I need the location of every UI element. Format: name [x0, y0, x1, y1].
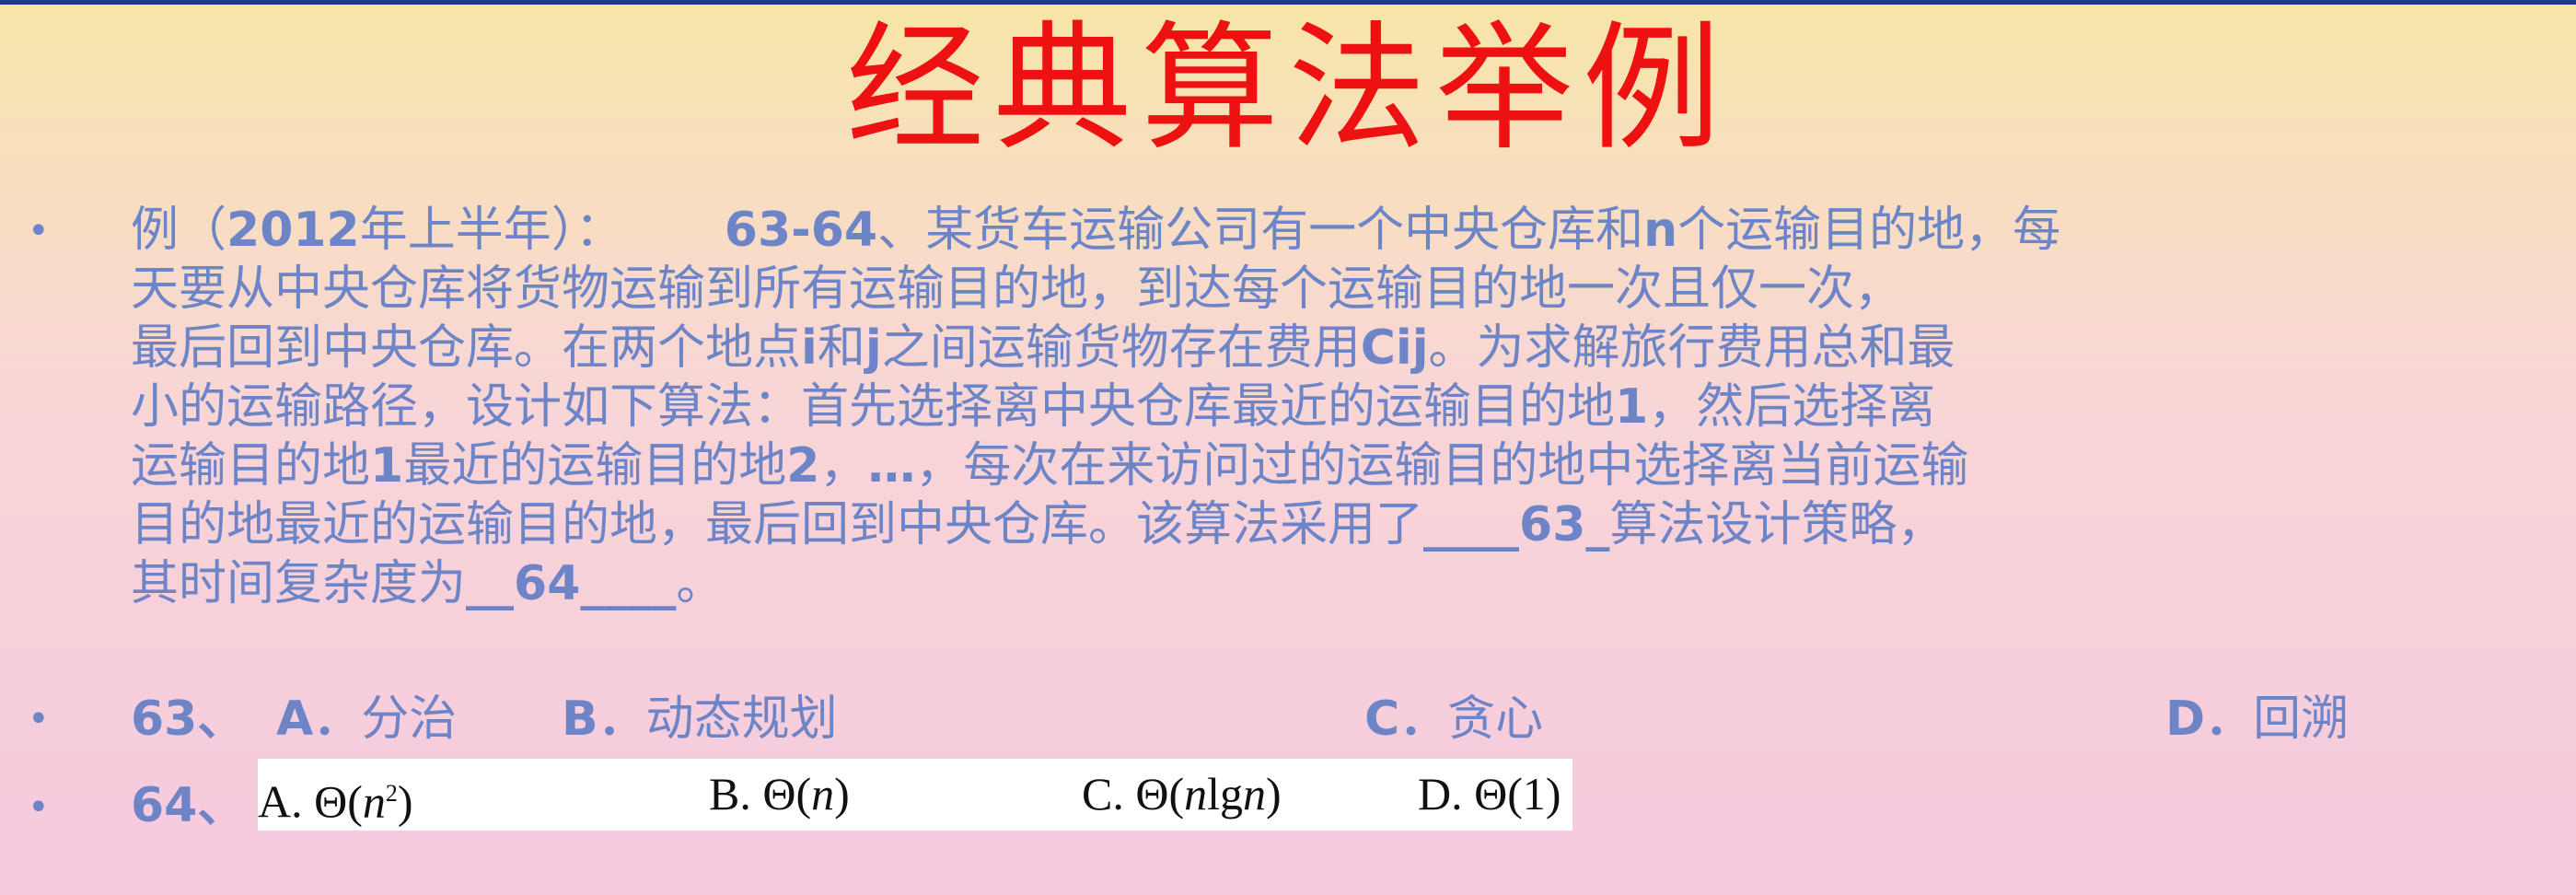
- question-number: 63-64: [724, 203, 878, 258]
- q63-options: 63、 A．分治 B．动态规划 C．贪心 D．回溯: [131, 687, 2552, 751]
- question-line-5: 运输目的地1最近的运输目的地2，…，每次在来访问过的运输目的地中选择离当前运输: [131, 438, 1969, 494]
- q63-option-c: C．贪心: [1364, 692, 1544, 747]
- question-line-6: 目的地最近的运输目的地，最后回到中央仓库。该算法采用了____63_算法设计策略…: [131, 497, 1945, 552]
- q64-option-a: A. Θ(n2): [258, 775, 413, 828]
- q64-option-d: D. Θ(1): [1418, 768, 1561, 819]
- blank-64: __64____: [466, 556, 677, 611]
- blank-63: ____63_: [1423, 497, 1610, 552]
- q64-option-c: C. Θ(nlgn): [1082, 768, 1282, 819]
- q63-option-a: A．分治: [276, 692, 458, 747]
- bullet-2: •: [28, 698, 50, 740]
- question-line-7: 其时间复杂度为__64____。: [131, 556, 725, 611]
- q63-label: 63、: [131, 692, 246, 747]
- q63-option-d: D．回溯: [2165, 692, 2350, 747]
- question-line-2: 天要从中央仓库将货物运输到所有运输目的地，到达每个运输目的地一次且仅一次，: [131, 262, 1903, 317]
- q63-option-b: B．动态规划: [562, 692, 838, 747]
- q64-label: 64、: [131, 778, 246, 833]
- question-line-4: 小的运输路径，设计如下算法：首先选择离中央仓库最近的运输目的地1，然后选择离: [131, 379, 1936, 435]
- top-rule: [0, 0, 2576, 5]
- question-line-1: 例（2012年上半年）： 63-64、某货车运输公司有一个中央仓库和n个运输目的地…: [131, 203, 2061, 258]
- question-text: 例（2012年上半年）： 63-64、某货车运输公司有一个中央仓库和n个运输目的地…: [131, 201, 2552, 613]
- slide-title: 经典算法举例: [845, 9, 1730, 169]
- question-line-3: 最后回到中央仓库。在两个地点i和j之间运输货物存在费用Cij。为求解旅行费用总和…: [131, 320, 1955, 376]
- bullet-3: •: [28, 786, 50, 829]
- bullet-1: •: [28, 210, 50, 252]
- q64-option-b: B. Θ(n): [709, 768, 850, 819]
- q64-options-box: A. Θ(n2) B. Θ(n) C. Θ(nlgn) D. Θ(1): [258, 759, 1572, 831]
